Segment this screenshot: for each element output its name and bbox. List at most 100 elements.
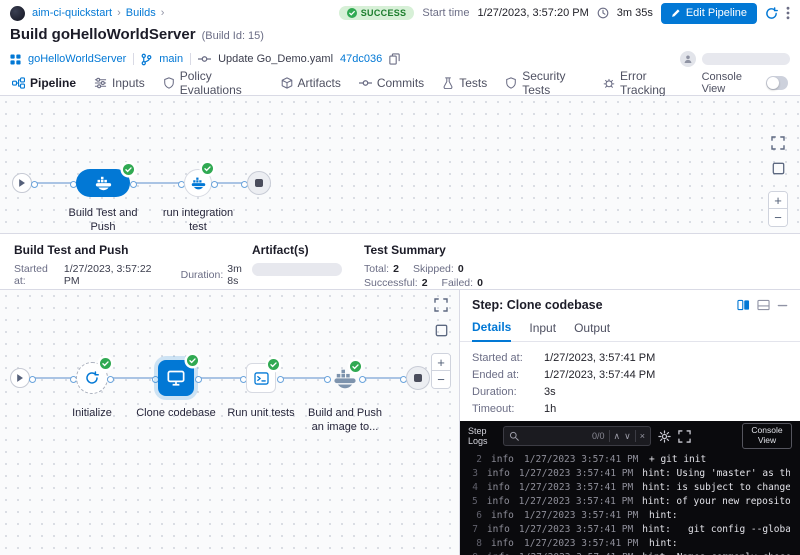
step-label[interactable]: Run unit tests bbox=[218, 406, 304, 420]
avatar bbox=[680, 51, 696, 67]
divider bbox=[635, 430, 636, 442]
zoom-in-button[interactable]: + bbox=[769, 192, 787, 209]
step-panel-tabs: Details Input Output bbox=[460, 316, 800, 342]
step-details: Started at:1/27/2023, 3:57:41 PM Ended a… bbox=[460, 342, 800, 425]
divider bbox=[133, 53, 134, 65]
breadcrumb-separator: › bbox=[161, 7, 165, 19]
search-next-icon[interactable]: ∨ bbox=[624, 432, 631, 441]
commit-sha-link[interactable]: 47dc036 bbox=[340, 53, 382, 65]
minimize-icon[interactable] bbox=[777, 300, 788, 311]
zoom-out-button[interactable]: − bbox=[432, 371, 450, 388]
started-at-value: 1/27/2023, 3:57:41 PM bbox=[544, 352, 655, 364]
tab-details[interactable]: Details bbox=[472, 320, 511, 342]
zoom-out-button[interactable]: − bbox=[769, 209, 787, 226]
console-view-button[interactable]: Console View bbox=[742, 423, 792, 449]
search-match-count: 0/0 bbox=[592, 431, 605, 441]
tab-error-label: Error Tracking bbox=[620, 69, 684, 97]
branch-link[interactable]: main bbox=[159, 53, 183, 65]
duration-label: Duration: bbox=[472, 386, 544, 398]
timeout-value: 1h bbox=[544, 403, 556, 415]
edit-pipeline-button[interactable]: Edit Pipeline bbox=[661, 3, 757, 24]
stage-build-test-push-node[interactable] bbox=[76, 169, 130, 197]
step-build-push-node[interactable] bbox=[330, 364, 360, 394]
console-view-toggle[interactable] bbox=[766, 76, 788, 90]
stage-label[interactable]: Build Test and Push bbox=[58, 206, 148, 235]
fullscreen-icon[interactable] bbox=[434, 298, 448, 312]
tab-tests[interactable]: Tests bbox=[442, 70, 487, 95]
skipped-label: Skipped: bbox=[413, 263, 454, 275]
duration-value: 3m 8s bbox=[227, 263, 252, 287]
fit-view-icon[interactable] bbox=[435, 324, 448, 337]
tab-security-label: Security Tests bbox=[522, 69, 585, 97]
stage-summary: Build Test and Push Started at:1/27/2023… bbox=[0, 233, 800, 290]
pipeline-end-node bbox=[247, 171, 271, 195]
step-panel-title: Step: Clone codebase bbox=[472, 298, 729, 312]
tab-input[interactable]: Input bbox=[529, 321, 556, 341]
log-row: 9info1/27/2023 3:57:41 PMhint: Names com… bbox=[460, 551, 800, 555]
breadcrumb-separator: › bbox=[117, 7, 121, 19]
fullscreen-icon[interactable] bbox=[771, 136, 785, 150]
status-label: SUCCESS bbox=[361, 8, 407, 18]
harness-logo-icon bbox=[10, 6, 25, 21]
meta-bar: goHelloWorldServer main Update Go_Demo.y… bbox=[0, 48, 800, 70]
pipeline-icon bbox=[12, 77, 25, 89]
tab-commits[interactable]: Commits bbox=[359, 70, 424, 95]
connector bbox=[133, 182, 182, 184]
log-search-box[interactable]: 0/0 ∧ ∨ × bbox=[503, 426, 651, 446]
status-bar: SUCCESS Start time 1/27/2023, 3:57:20 PM… bbox=[339, 3, 790, 24]
breadcrumb-builds[interactable]: Builds bbox=[126, 7, 156, 19]
elapsed-time: 3m 35s bbox=[617, 7, 653, 19]
layout-split-icon[interactable] bbox=[737, 299, 750, 311]
zoom-in-button[interactable]: + bbox=[432, 354, 450, 371]
connector bbox=[34, 182, 74, 184]
execution-start-node[interactable] bbox=[10, 368, 30, 388]
repo-link[interactable]: goHelloWorldServer bbox=[28, 53, 126, 65]
status-badge: SUCCESS bbox=[339, 6, 415, 20]
tab-pipeline[interactable]: Pipeline bbox=[12, 70, 76, 95]
step-label[interactable]: Build and Push an image to... bbox=[302, 406, 388, 435]
tab-inputs[interactable]: Inputs bbox=[94, 70, 145, 95]
skipped-value: 0 bbox=[458, 263, 464, 275]
execution-graph-canvas[interactable]: Initialize Clone codebase Run unit tests… bbox=[0, 290, 460, 555]
commit-message: Update Go_Demo.yaml bbox=[218, 53, 333, 65]
breadcrumb-project[interactable]: aim-ci-quickstart bbox=[32, 7, 112, 19]
step-run-unit-tests-node[interactable] bbox=[246, 363, 276, 393]
graph-controls: + − bbox=[768, 136, 788, 227]
pipeline-start-node[interactable] bbox=[12, 173, 32, 193]
log-row: 2info1/27/2023 3:57:41 PM+ git init bbox=[460, 453, 800, 467]
step-initialize-node[interactable] bbox=[76, 362, 108, 394]
tab-security-tests[interactable]: Security Tests bbox=[505, 70, 585, 95]
stage-label[interactable]: run integration test bbox=[156, 206, 240, 235]
summary-stage-title: Build Test and Push bbox=[14, 243, 252, 257]
tab-output[interactable]: Output bbox=[574, 321, 610, 341]
fullscreen-icon[interactable] bbox=[678, 430, 691, 443]
page-title: Build goHelloWorldServer bbox=[10, 26, 196, 43]
pipeline-graph-canvas[interactable]: Build Test and Push run integration test… bbox=[0, 96, 800, 233]
total-value: 2 bbox=[393, 263, 399, 275]
pencil-icon bbox=[671, 8, 681, 18]
git-branch-icon bbox=[141, 53, 152, 66]
step-label[interactable]: Initialize bbox=[56, 406, 128, 420]
more-menu-icon[interactable] bbox=[786, 6, 790, 20]
tab-policy-evaluations[interactable]: Policy Evaluations bbox=[163, 70, 263, 95]
success-check-icon bbox=[267, 358, 280, 371]
tab-error-tracking[interactable]: Error Tracking bbox=[603, 70, 684, 95]
divider bbox=[609, 430, 610, 442]
refresh-icon[interactable] bbox=[765, 7, 778, 20]
copy-icon[interactable] bbox=[389, 53, 400, 65]
layout-bottom-icon[interactable] bbox=[757, 299, 770, 311]
fit-view-icon[interactable] bbox=[772, 162, 785, 175]
build-id: (Build Id: 15) bbox=[202, 30, 264, 42]
artifacts-icon bbox=[281, 77, 293, 89]
gear-icon[interactable] bbox=[658, 430, 671, 443]
log-row: 3info1/27/2023 3:57:41 PMhint: Using 'ma… bbox=[460, 467, 800, 481]
title-bar: Build goHelloWorldServer (Build Id: 15) bbox=[0, 26, 800, 48]
log-rows[interactable]: 2info1/27/2023 3:57:41 PM+ git init 3inf… bbox=[460, 451, 800, 555]
search-close-icon[interactable]: × bbox=[640, 432, 645, 441]
step-clone-codebase-node[interactable] bbox=[158, 360, 194, 396]
stage-run-integration-node[interactable] bbox=[184, 169, 212, 197]
log-search-input[interactable] bbox=[523, 431, 588, 442]
tab-artifacts[interactable]: Artifacts bbox=[281, 70, 341, 95]
step-label[interactable]: Clone codebase bbox=[136, 406, 216, 420]
search-prev-icon[interactable]: ∧ bbox=[614, 432, 621, 441]
